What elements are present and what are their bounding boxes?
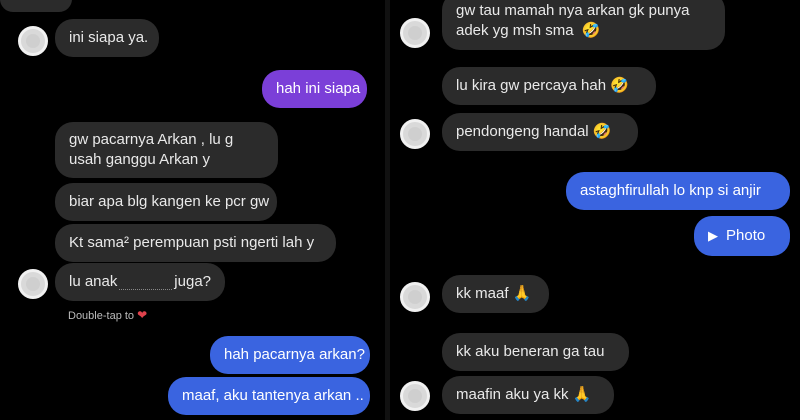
message-text: kk aku beneran ga tau — [456, 343, 605, 360]
message-text: gw pacarnya Arkan , lu g usah ganggu Ark… — [69, 131, 234, 168]
message-bubble[interactable]: kk maaf 🙏 — [442, 275, 549, 313]
sent-message-bubble[interactable]: hah ini siapa — [262, 70, 367, 108]
avatar[interactable] — [18, 26, 48, 56]
heart-icon[interactable]: ❤ — [137, 308, 147, 322]
message-bubble[interactable]: biar apa blg kangen ke pcr gw — [55, 183, 277, 221]
message-text: lu kira gw percaya hah — [456, 77, 607, 94]
sent-message-bubble[interactable]: astaghfirullah lo knp si anjir — [566, 172, 790, 210]
praying-hands-emoji-icon: 🙏 — [512, 285, 532, 302]
message-text: gw tau mamah nya arkan gk punya adek yg … — [456, 2, 690, 39]
left-chat-panel: ini siapa ya. hah ini siapa gw pacarnya … — [0, 0, 385, 420]
message-bubble[interactable]: maafin aku ya kk 🙏 — [442, 376, 614, 414]
laughing-emoji-icon: 🤣 — [610, 77, 629, 94]
message-text: lu anak — [69, 273, 118, 290]
avatar[interactable] — [400, 381, 430, 411]
praying-hands-emoji-icon: 🙏 — [572, 386, 592, 403]
message-text: astaghfirullah lo knp si anjir — [580, 182, 761, 199]
sent-message-bubble[interactable]: maaf, aku tantenya arkan .. — [168, 377, 370, 415]
message-bubble[interactable]: gw pacarnya Arkan , lu g usah ganggu Ark… — [55, 122, 278, 178]
avatar[interactable] — [400, 282, 430, 312]
message-text: juga? — [174, 273, 211, 290]
message-text: maafin aku ya kk — [456, 386, 569, 403]
message-bubble[interactable]: pendongeng handal 🤣 — [442, 113, 638, 151]
message-text: hah pacarnya arkan? — [224, 346, 365, 363]
message-text: pendongeng handal — [456, 123, 589, 140]
laughing-emoji-icon: 🤣 — [592, 123, 612, 140]
laughing-emoji-icon: 🤣 — [581, 22, 601, 39]
message-text: biar apa blg kangen ke pcr gw — [69, 193, 270, 210]
message-bubble[interactable]: kk aku beneran ga tau — [442, 333, 629, 371]
message-text: hah ini siapa — [276, 80, 361, 97]
photo-message-button[interactable]: ▶ Photo — [694, 216, 790, 256]
message-text: kk maaf — [456, 285, 509, 302]
redacted-text — [119, 274, 173, 290]
message-text: maaf, aku tantenya arkan .. — [182, 387, 364, 404]
play-icon: ▶ — [708, 228, 718, 243]
avatar[interactable] — [400, 18, 430, 48]
message-bubble[interactable]: lu anak juga? — [55, 263, 225, 301]
double-tap-hint: Double-tap to ❤ — [68, 308, 148, 322]
message-bubble-cut[interactable] — [0, 0, 72, 12]
right-chat-panel: gw tau mamah nya arkan gk punya adek yg … — [390, 0, 800, 420]
message-text: Kt sama² perempuan psti ngerti lah y — [69, 234, 315, 251]
message-bubble[interactable]: ini siapa ya. — [55, 19, 159, 57]
sent-message-bubble[interactable]: hah pacarnya arkan? — [210, 336, 370, 374]
message-text: ini siapa ya. — [69, 29, 149, 46]
message-bubble[interactable]: lu kira gw percaya hah 🤣 — [442, 67, 656, 105]
avatar[interactable] — [18, 269, 48, 299]
avatar[interactable] — [400, 119, 430, 149]
message-bubble[interactable]: gw tau mamah nya arkan gk punya adek yg … — [442, 0, 725, 50]
message-text: Photo — [726, 227, 766, 244]
message-bubble[interactable]: Kt sama² perempuan psti ngerti lah y — [55, 224, 336, 262]
